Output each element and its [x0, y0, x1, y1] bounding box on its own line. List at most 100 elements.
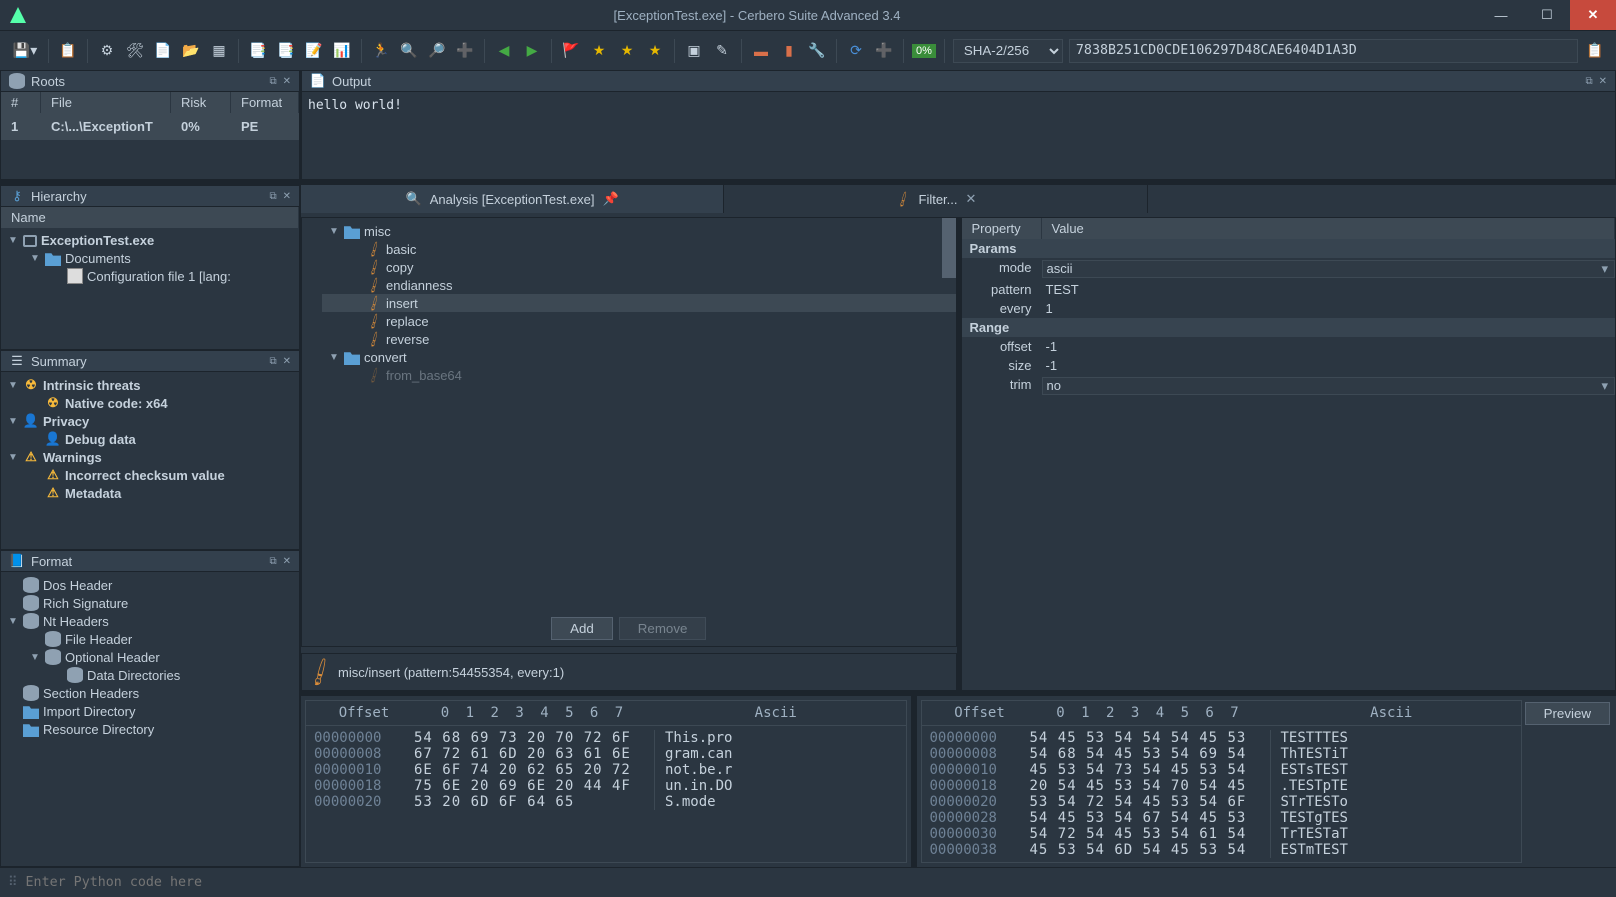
caret-icon[interactable]: ▼: [328, 352, 340, 363]
python-input[interactable]: [26, 875, 1608, 890]
hex-row[interactable]: 0000001875 6E 20 69 6E 20 44 4Fun.in.DO: [314, 778, 898, 794]
doc-a-icon[interactable]: 📑: [247, 40, 269, 62]
format-item[interactable]: Resource Directory: [1, 720, 299, 738]
add-button[interactable]: Add: [551, 617, 613, 640]
hex-icon[interactable]: ▦: [208, 40, 230, 62]
property-value[interactable]: -1: [1042, 339, 1616, 354]
save-icon[interactable]: 💾▾: [10, 40, 40, 62]
hex-row[interactable]: 0000003845 53 54 6D 54 45 53 54ESTmTEST: [930, 842, 1514, 858]
tab-analysis[interactable]: 🔍Analysis [ExceptionTest.exe]📌: [301, 185, 724, 213]
caret-icon[interactable]: ▼: [7, 616, 19, 627]
hex-row[interactable]: 0000000054 68 69 73 20 70 72 6FThis.pro: [314, 730, 898, 746]
applied-filter-row[interactable]: 🖌 misc/insert (pattern:54455354, every:1…: [301, 653, 957, 691]
hex-left-panel[interactable]: Offset0 1 2 3 4 5 6 7Ascii 0000000054 68…: [305, 700, 907, 863]
hierarchy-item[interactable]: ▼Documents: [1, 249, 299, 267]
hex-row[interactable]: 0000001820 54 45 53 54 70 54 45.TESTpTE: [930, 778, 1514, 794]
property-row[interactable]: modeascii▾: [962, 258, 1616, 280]
hex-row[interactable]: 0000002053 54 72 54 45 53 54 6FSTrTESTo: [930, 794, 1514, 810]
col-value[interactable]: Value: [1042, 218, 1616, 239]
find-next-icon[interactable]: 🔎: [426, 40, 448, 62]
new-doc-icon[interactable]: 📄: [152, 40, 174, 62]
hex-row[interactable]: 0000003054 72 54 45 53 54 61 54TrTESTaT: [930, 826, 1514, 842]
filter-item[interactable]: 🖌reverse: [322, 330, 956, 348]
split-v-icon[interactable]: ▮: [778, 40, 800, 62]
property-row[interactable]: every1: [962, 299, 1616, 318]
summary-item[interactable]: ⚠Incorrect checksum value: [1, 466, 299, 484]
summary-item[interactable]: ☢Native code: x64: [1, 394, 299, 412]
split-h-icon[interactable]: ▬: [750, 40, 772, 62]
gear-icon[interactable]: ⚙: [96, 40, 118, 62]
panel-undock-icon[interactable]: ⧉: [1585, 76, 1592, 87]
hierarchy-col-name[interactable]: Name: [1, 207, 299, 228]
hex-row[interactable]: 000000106E 6F 74 20 62 65 20 72not.be.r: [314, 762, 898, 778]
chart-icon[interactable]: 📊: [331, 40, 353, 62]
chevron-down-icon[interactable]: ▾: [1601, 261, 1614, 277]
output-text[interactable]: hello world!: [302, 92, 1615, 119]
tools-icon[interactable]: 🛠: [124, 40, 146, 62]
summary-item[interactable]: ▼☢Intrinsic threats: [1, 376, 299, 394]
caret-icon[interactable]: ▼: [7, 380, 19, 391]
preview-button[interactable]: Preview: [1525, 702, 1610, 725]
panel-close-icon[interactable]: ✕: [1599, 76, 1607, 87]
hex-row[interactable]: 0000001045 53 54 73 54 45 53 54ESTsTEST: [930, 762, 1514, 778]
format-item[interactable]: File Header: [1, 630, 299, 648]
caret-icon[interactable]: ▼: [29, 652, 41, 663]
search-icon[interactable]: 🔍: [398, 40, 420, 62]
edit-icon[interactable]: ✎: [711, 40, 733, 62]
property-value[interactable]: ascii▾: [1042, 260, 1616, 278]
maximize-button[interactable]: ☐: [1524, 0, 1570, 30]
hash-value-field[interactable]: [1069, 39, 1578, 63]
tab-filter[interactable]: 🖌Filter...✕: [724, 185, 1147, 213]
filter-item[interactable]: 🖌replace: [322, 312, 956, 330]
grid-icon[interactable]: ▣: [683, 40, 705, 62]
scrollbar-thumb[interactable]: [942, 218, 956, 278]
paste-icon[interactable]: 📋: [57, 40, 79, 62]
caret-icon[interactable]: ▼: [328, 226, 340, 237]
bookmark-icon[interactable]: ★: [616, 40, 638, 62]
minimize-button[interactable]: —: [1478, 0, 1524, 30]
chevron-down-icon[interactable]: ▾: [1601, 378, 1614, 394]
property-row[interactable]: offset-1: [962, 337, 1616, 356]
bookmark-nav-icon[interactable]: ★: [644, 40, 666, 62]
hex-row[interactable]: 0000002854 45 53 54 67 54 45 53TESTgTES: [930, 810, 1514, 826]
format-item[interactable]: Dos Header: [1, 576, 299, 594]
filter-item[interactable]: ▼convert: [322, 348, 956, 366]
property-row[interactable]: patternTEST: [962, 280, 1616, 299]
summary-item[interactable]: ▼👤Privacy: [1, 412, 299, 430]
format-item[interactable]: ▼Optional Header: [1, 648, 299, 666]
col-property[interactable]: Property: [962, 218, 1042, 239]
wrench-icon[interactable]: 🔧: [806, 40, 828, 62]
console-handle-icon[interactable]: ⠿: [8, 875, 18, 890]
doc-b-icon[interactable]: 📑: [275, 40, 297, 62]
caret-icon[interactable]: ▼: [7, 452, 19, 463]
plus-icon[interactable]: ➕: [873, 40, 895, 62]
python-console[interactable]: ⠿: [0, 867, 1616, 897]
format-item[interactable]: Data Directories: [1, 666, 299, 684]
filter-item[interactable]: 🖌endianness: [322, 276, 956, 294]
pin-icon[interactable]: 📌: [602, 191, 618, 207]
roots-row[interactable]: 1 C:\...\ExceptionT 0% PE: [1, 113, 299, 140]
hash-algo-select[interactable]: SHA-2/256: [953, 39, 1063, 63]
property-value[interactable]: no▾: [1042, 377, 1616, 395]
splitter-v[interactable]: [911, 696, 917, 867]
close-button[interactable]: ✕: [1570, 0, 1616, 30]
filter-item[interactable]: 🖌from_base64: [322, 366, 956, 384]
copy-hash-icon[interactable]: 📋: [1584, 40, 1606, 62]
hex-row[interactable]: 0000000854 68 54 45 53 54 69 54ThTESTiT: [930, 746, 1514, 762]
hex-right-panel[interactable]: Offset0 1 2 3 4 5 6 7Ascii 0000000054 45…: [921, 700, 1523, 863]
caret-icon[interactable]: ▼: [7, 235, 19, 246]
panel-close-icon[interactable]: ✕: [283, 76, 291, 87]
property-row[interactable]: trimno▾: [962, 375, 1616, 397]
open-file-icon[interactable]: 📂: [180, 40, 202, 62]
text-icon[interactable]: 📝: [303, 40, 325, 62]
tab-close-icon[interactable]: ✕: [966, 191, 977, 207]
filter-item[interactable]: 🖌copy: [322, 258, 956, 276]
property-value[interactable]: 1: [1042, 301, 1616, 316]
back-icon[interactable]: ◀: [493, 40, 515, 62]
filter-item[interactable]: 🖌basic: [322, 240, 956, 258]
hierarchy-item[interactable]: ▼ExceptionTest.exe: [1, 232, 299, 249]
property-value[interactable]: -1: [1042, 358, 1616, 373]
format-item[interactable]: Rich Signature: [1, 594, 299, 612]
caret-icon[interactable]: ▼: [7, 416, 19, 427]
property-value[interactable]: TEST: [1042, 282, 1616, 297]
